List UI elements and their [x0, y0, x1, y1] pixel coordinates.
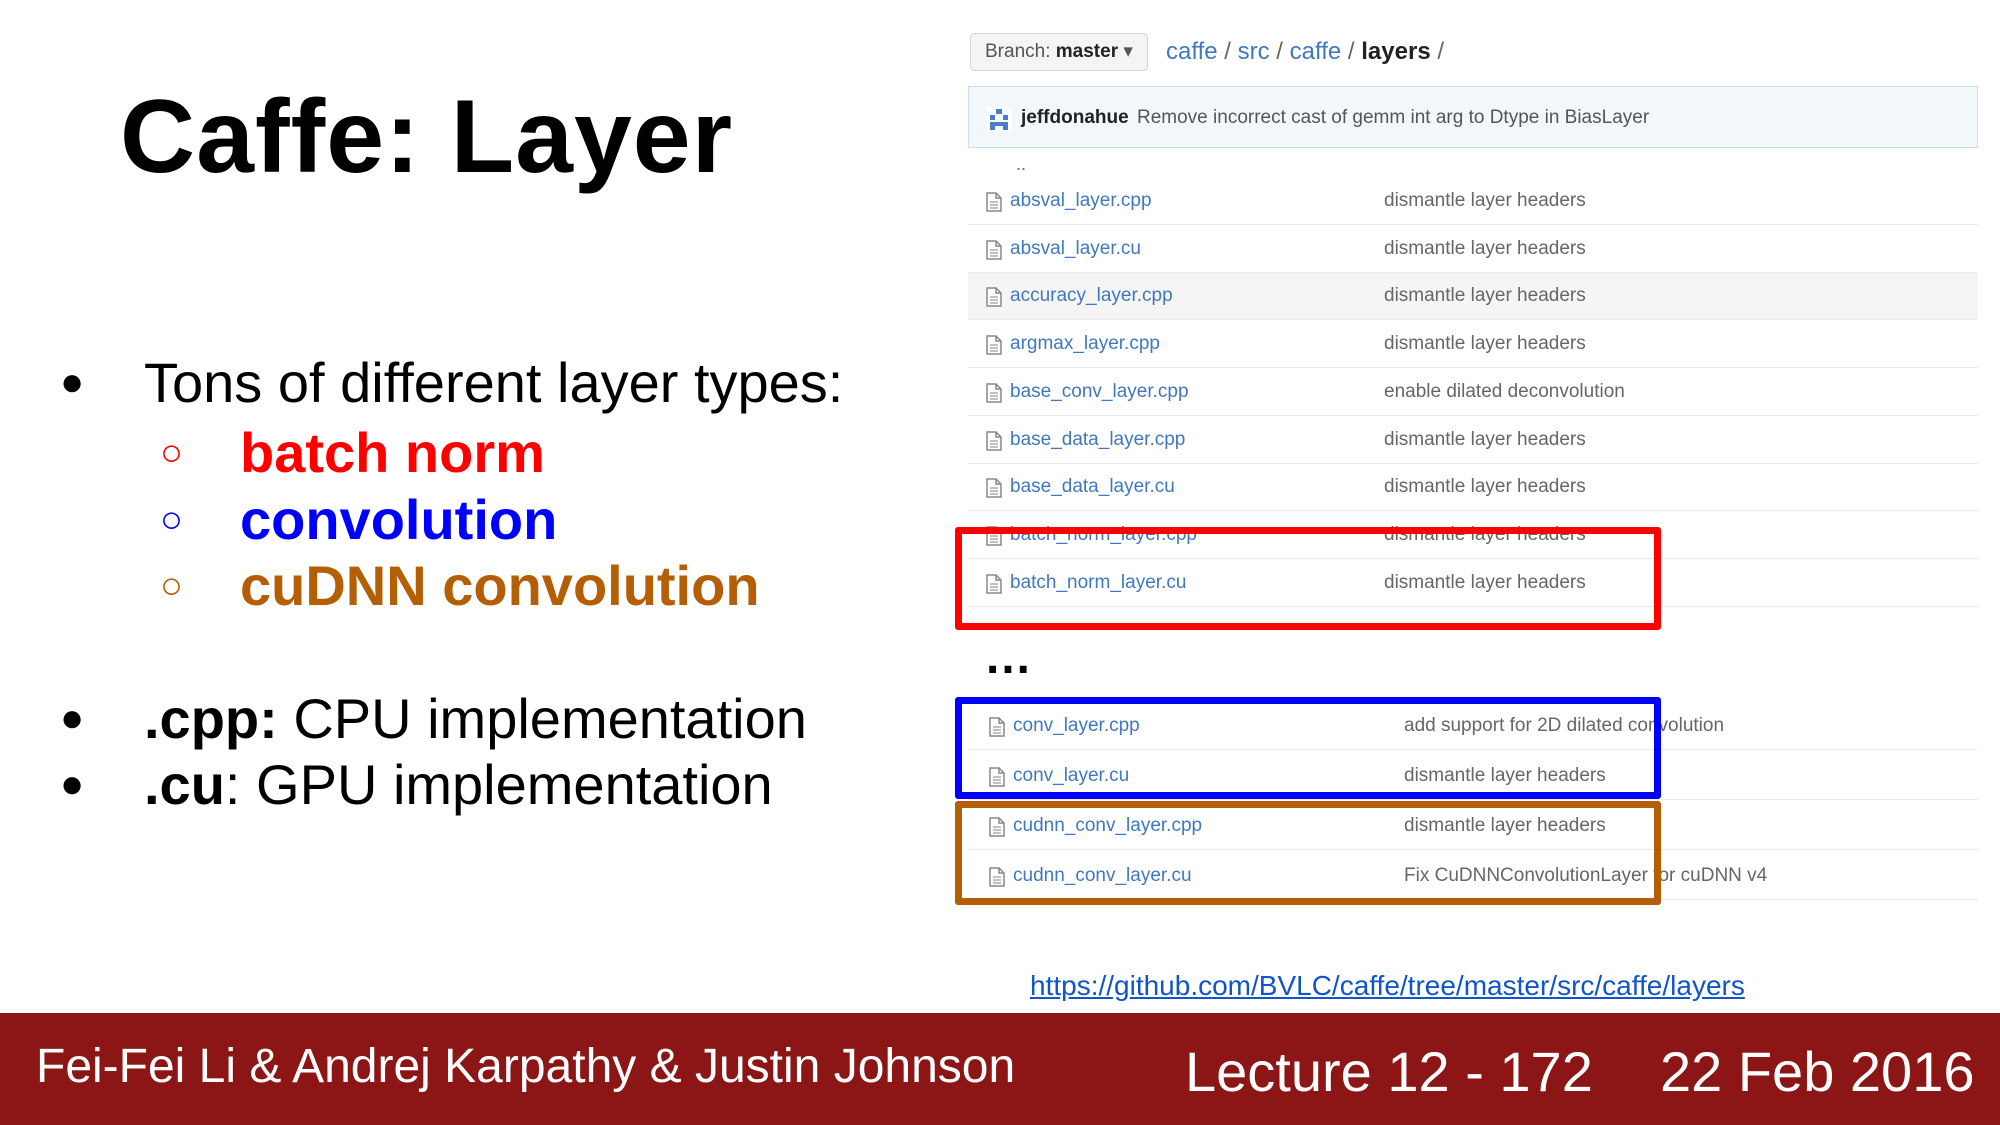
breadcrumb: caffe / src / caffe / layers / [1166, 36, 1444, 68]
sub-item-text: batch norm [240, 421, 545, 484]
file-row[interactable]: base_data_layer.cu dismantle layer header… [968, 464, 1978, 511]
breadcrumb-current: layers [1361, 38, 1431, 65]
commit-message-link[interactable]: dismantle layer headers [1384, 190, 1586, 212]
commit-message-link[interactable]: dismantle layer headers [1384, 333, 1586, 355]
branch-selector-button[interactable]: Branch: master ▾ [970, 33, 1148, 71]
bullet-text: Tons of different layer types: [144, 351, 844, 414]
file-icon [986, 192, 1002, 212]
highlight-cudnn [955, 801, 1661, 905]
bullet-dot: ● [60, 762, 85, 806]
file-row[interactable]: absval_layer.cpp dismantle layer headers [968, 178, 1978, 225]
commit-author[interactable]: jeffdonahue [1021, 87, 1129, 149]
sub-bullet-marker: ○ [160, 565, 183, 607]
file-icon [986, 478, 1002, 498]
file-name-link[interactable]: accuracy_layer.cpp [1010, 285, 1173, 307]
sub-bullet-marker: ○ [160, 432, 183, 474]
commit-message-link[interactable]: dismantle layer headers [1384, 285, 1586, 307]
ellipsis: … [984, 631, 1038, 684]
breadcrumb-src[interactable]: src [1238, 38, 1270, 65]
file-name-link[interactable]: base_conv_layer.cpp [1010, 381, 1189, 403]
avatar-icon [987, 107, 1011, 131]
bullet-description: CPU implementation [277, 687, 807, 750]
sub-item-text: cuDNN convolution [240, 554, 760, 617]
branch-label: Branch: [985, 41, 1051, 62]
highlight-convolution [955, 697, 1661, 799]
bullet-text: .cu: GPU implementation [144, 752, 773, 817]
file-icon [986, 383, 1002, 403]
commit-message-link[interactable]: dismantle layer headers [1384, 476, 1586, 498]
slide-title: Caffe: Layer [120, 79, 734, 195]
file-row[interactable]: argmax_layer.cpp dismantle layer headers [968, 321, 1978, 368]
source-url-link[interactable]: https://github.com/BVLC/caffe/tree/maste… [1030, 970, 1745, 1002]
file-name-link[interactable]: base_data_layer.cu [1010, 476, 1175, 498]
file-icon [986, 335, 1002, 355]
branch-value: master [1055, 41, 1119, 62]
bullet-keyword: .cpp: [144, 687, 278, 750]
file-name-link[interactable]: absval_layer.cpp [1010, 190, 1152, 212]
breadcrumb-separator: / [1276, 38, 1283, 65]
highlight-batch-norm [955, 527, 1661, 630]
chevron-down-icon: ▾ [1123, 41, 1133, 62]
breadcrumb-caffe[interactable]: caffe [1166, 38, 1218, 65]
bullet-keyword: .cu [144, 753, 225, 816]
commit-message[interactable]: Remove incorrect cast of gemm int arg to… [1137, 87, 1649, 149]
breadcrumb-separator: / [1347, 38, 1355, 65]
footer-bar: Fei-Fei Li & Andrej Karpathy & Justin Jo… [0, 1013, 2000, 1125]
file-row[interactable]: accuracy_layer.cpp dismantle layer header… [968, 273, 1978, 320]
file-name-link[interactable]: base_data_layer.cpp [1010, 429, 1185, 451]
breadcrumb-separator: / [1437, 38, 1445, 65]
file-row[interactable]: base_data_layer.cpp dismantle layer heade… [968, 417, 1978, 464]
bullet-description: : GPU implementation [224, 753, 773, 816]
breadcrumb-separator: / [1224, 38, 1231, 65]
commit-message-link[interactable]: dismantle layer headers [1384, 238, 1586, 260]
parent-directory-link[interactable]: .. [1016, 154, 1026, 175]
footer-authors: Fei-Fei Li & Andrej Karpathy & Justin Jo… [36, 1040, 1016, 1093]
bullet-dot: ● [60, 360, 85, 404]
file-icon [986, 431, 1002, 451]
footer-date: 22 Feb 2016 [1660, 1040, 1975, 1103]
file-row[interactable]: absval_layer.cu dismantle layer headers [968, 226, 1978, 273]
file-icon [986, 240, 1002, 260]
commit-message-link[interactable]: dismantle layer headers [1384, 429, 1586, 451]
bullet-text: .cpp: CPU implementation [144, 686, 807, 751]
sub-item-text: convolution [240, 488, 558, 551]
bullet-dot: ● [60, 696, 85, 740]
latest-commit-bar: jeffdonahue Remove incorrect cast of gem… [968, 86, 1978, 148]
sub-bullet-marker: ○ [160, 499, 183, 541]
footer-lecture: Lecture 12 - 172 [1185, 1040, 1593, 1103]
commit-message-link[interactable]: enable dilated deconvolution [1384, 381, 1625, 403]
file-name-link[interactable]: argmax_layer.cpp [1010, 333, 1160, 355]
breadcrumb-caffe-sub[interactable]: caffe [1290, 38, 1342, 65]
file-icon [986, 287, 1002, 307]
file-row[interactable]: base_conv_layer.cpp enable dilated deconv… [968, 369, 1978, 416]
file-name-link[interactable]: absval_layer.cu [1010, 238, 1141, 260]
